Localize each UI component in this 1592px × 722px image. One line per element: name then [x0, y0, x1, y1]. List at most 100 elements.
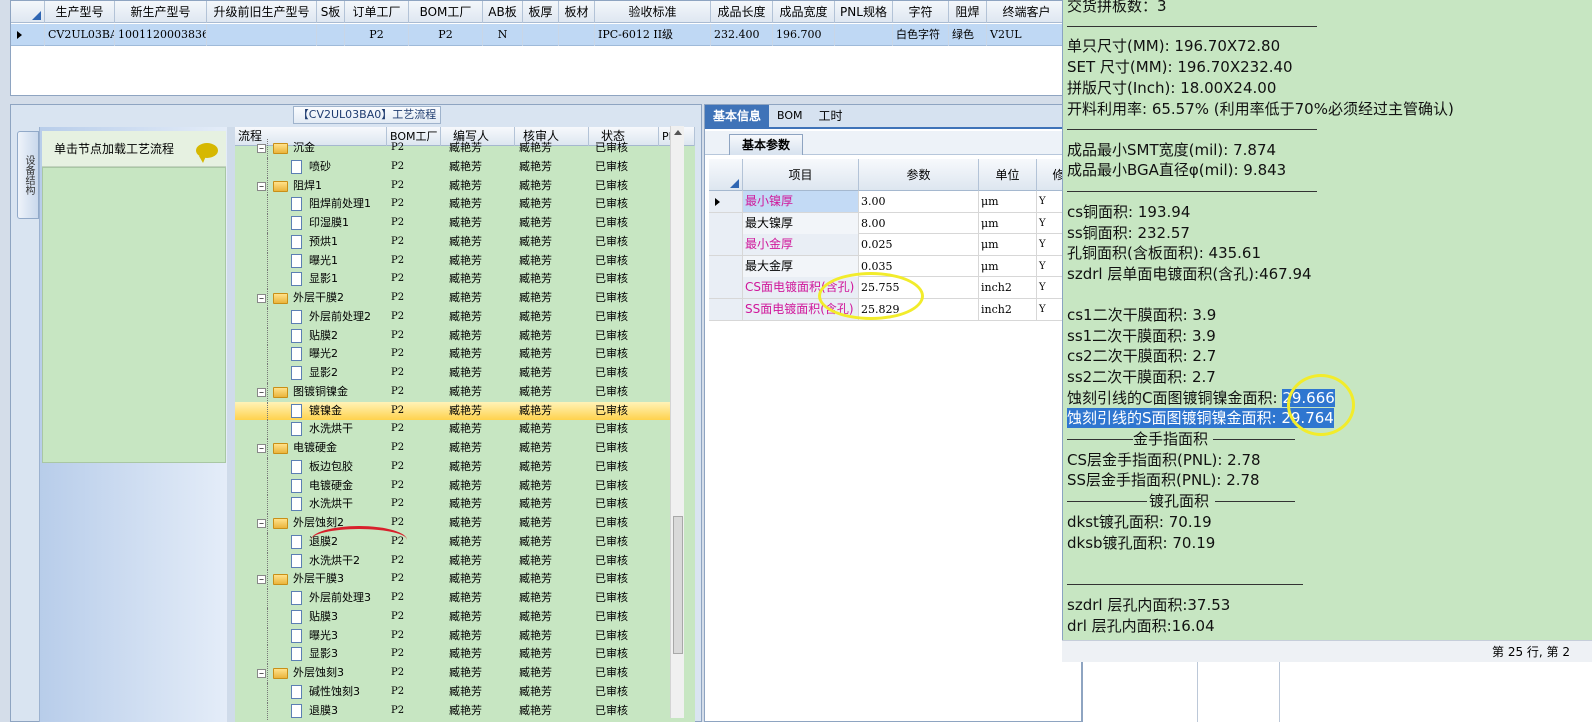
tree-row[interactable]: 外层前处理3 P2 臧艳芳 臧艳芳 已审核 [235, 589, 681, 608]
param-row[interactable]: 最小镍厚 3.00 μm Y [709, 191, 1081, 213]
reviewer-cell[interactable]: 臧艳芳 [515, 252, 589, 271]
col-header-item[interactable]: 项目 [743, 159, 859, 191]
tree-node[interactable]: 水洗烘干 [235, 420, 387, 439]
col-header[interactable]: 板厚 [523, 1, 559, 23]
col-header-value[interactable]: 参数 [859, 159, 979, 191]
writer-cell[interactable]: 臧艳芳 [441, 345, 515, 364]
bom-cell[interactable]: P2 [387, 252, 441, 271]
table-cell[interactable]: 白色字符 [893, 24, 949, 46]
bom-cell[interactable]: P2 [387, 308, 441, 327]
param-row[interactable]: 最小金厚 0.025 μm Y [709, 234, 1081, 256]
reviewer-cell[interactable]: 臧艳芳 [515, 552, 589, 571]
status-cell[interactable]: 已审核 [589, 420, 659, 439]
tree-node[interactable]: − 电镀硬金 [235, 439, 387, 458]
tree-row[interactable]: − 外层干膜2 P2 臧艳芳 臧艳芳 已审核 [235, 289, 681, 308]
collapse-icon[interactable]: − [257, 144, 266, 153]
status-cell[interactable]: 已审核 [589, 327, 659, 346]
tree-row[interactable]: 贴膜2 P2 臧艳芳 臧艳芳 已审核 [235, 326, 681, 346]
bom-cell[interactable]: P2 [387, 664, 441, 683]
reviewer-cell[interactable]: 臧艳芳 [515, 533, 589, 552]
tree-node[interactable]: 外层前处理2 [235, 307, 387, 327]
bom-cell[interactable]: P2 [387, 439, 441, 458]
tree-node[interactable]: 水洗烘干2 [235, 551, 387, 571]
bom-cell[interactable]: P2 [387, 420, 441, 439]
row-indicator[interactable] [709, 212, 743, 234]
param-row[interactable]: CS面电镀面积(含孔) 25.755 inch2 Y [709, 277, 1081, 299]
param-unit-cell[interactable]: μm [979, 191, 1037, 212]
col-header[interactable]: 终端客户 [987, 1, 1067, 23]
tree-row[interactable]: 退膜2 P2 臧艳芳 臧艳芳 已审核 [235, 532, 681, 552]
reviewer-cell[interactable]: 臧艳芳 [515, 664, 589, 683]
status-cell[interactable]: 已审核 [589, 664, 659, 683]
tree-node[interactable]: 碱性蚀刻3 [235, 682, 387, 702]
status-cell[interactable]: 已审核 [589, 533, 659, 552]
collapse-icon[interactable]: − [257, 669, 266, 678]
reviewer-cell[interactable]: 臧艳芳 [515, 139, 589, 158]
reviewer-cell[interactable]: 臧艳芳 [515, 645, 589, 664]
writer-cell[interactable]: 臧艳芳 [441, 289, 515, 308]
table-cell[interactable]: 10011200038363 [115, 24, 207, 46]
scroll-up-icon[interactable] [674, 130, 682, 135]
writer-cell[interactable]: 臧艳芳 [441, 270, 515, 289]
param-unit-cell[interactable]: inch2 [979, 298, 1037, 320]
writer-cell[interactable]: 臧艳芳 [441, 645, 515, 664]
tree-node[interactable]: 显影1 [235, 270, 387, 289]
reviewer-cell[interactable]: 臧艳芳 [515, 270, 589, 289]
status-cell[interactable]: 已审核 [589, 345, 659, 364]
tree-node[interactable]: 喷砂 [235, 157, 387, 177]
status-cell[interactable]: 已审核 [589, 177, 659, 196]
writer-cell[interactable]: 臧艳芳 [441, 383, 515, 402]
tree-node[interactable]: 印湿膜1 [235, 214, 387, 233]
tree-row[interactable]: 贴膜3 P2 臧艳芳 臧艳芳 已审核 [235, 607, 681, 627]
tree-row[interactable]: 碱性蚀刻3 P2 臧艳芳 臧艳芳 已审核 [235, 682, 681, 702]
col-header[interactable]: BOM工厂 [409, 1, 483, 23]
status-cell[interactable]: 已审核 [589, 608, 659, 627]
status-cell[interactable]: 已审核 [589, 364, 659, 383]
writer-cell[interactable]: 臧艳芳 [441, 195, 515, 214]
reviewer-cell[interactable]: 臧艳芳 [515, 439, 589, 458]
reviewer-cell[interactable]: 臧艳芳 [515, 289, 589, 308]
status-cell[interactable]: 已审核 [589, 645, 659, 664]
bom-cell[interactable]: P2 [387, 495, 441, 514]
writer-cell[interactable]: 臧艳芳 [441, 702, 515, 721]
row-indicator[interactable] [709, 255, 743, 277]
collapse-icon[interactable]: − [257, 575, 266, 585]
tab-work-hours[interactable]: 工时 [811, 105, 851, 127]
grid-corner[interactable] [709, 159, 743, 191]
bom-cell[interactable]: P2 [387, 645, 441, 664]
status-cell[interactable]: 已审核 [589, 233, 659, 252]
col-header[interactable]: 字符 [893, 1, 949, 23]
col-header[interactable]: 验收标准 [595, 1, 711, 23]
writer-cell[interactable]: 臧艳芳 [441, 364, 515, 383]
info-text-panel[interactable]: 交货拼板数：3 单只尺寸(MM): 196.70X72.80 SET 尺寸(MM… [1062, 0, 1592, 662]
col-header[interactable]: 板材 [559, 1, 595, 23]
writer-cell[interactable]: 臧艳芳 [441, 252, 515, 271]
tree-row[interactable]: − 图镀铜镍金 P2 臧艳芳 臧艳芳 已审核 [235, 382, 681, 402]
table-cell[interactable]: IPC-6012 II级 [595, 24, 711, 46]
bom-cell[interactable]: P2 [387, 383, 441, 402]
tree-node[interactable]: 曝光3 [235, 626, 387, 646]
tree-row[interactable]: 印湿膜1 P2 臧艳芳 臧艳芳 已审核 [235, 214, 681, 233]
tree-node[interactable]: 外层前处理3 [235, 589, 387, 608]
tree-row[interactable]: − 外层蚀刻3 P2 臧艳芳 臧艳芳 已审核 [235, 664, 681, 683]
reviewer-cell[interactable]: 臧艳芳 [515, 495, 589, 514]
writer-cell[interactable]: 臧艳芳 [441, 402, 515, 421]
tree-node[interactable]: − 外层蚀刻3 [235, 664, 387, 683]
writer-cell[interactable]: 臧艳芳 [441, 439, 515, 458]
tree-node[interactable]: − 阻焊1 [235, 176, 387, 196]
row-indicator[interactable] [709, 298, 743, 320]
table-cell[interactable] [835, 24, 893, 46]
col-header[interactable]: AB板 [483, 1, 523, 23]
writer-cell[interactable]: 臧艳芳 [441, 683, 515, 702]
reviewer-cell[interactable]: 臧艳芳 [515, 233, 589, 252]
bom-cell[interactable]: P2 [387, 570, 441, 589]
bom-cell[interactable]: P2 [387, 158, 441, 177]
tab-basic-info[interactable]: 基本信息 [705, 105, 770, 127]
param-name-cell[interactable]: 最小金厚 [743, 234, 859, 256]
tree-node[interactable]: 镀镍金 [235, 401, 387, 421]
table-cell[interactable]: CV2UL03BA0 [45, 24, 115, 46]
row-indicator[interactable] [709, 277, 743, 299]
bom-cell[interactable]: P2 [387, 270, 441, 289]
tree-row[interactable]: 曝光1 P2 臧艳芳 臧艳芳 已审核 [235, 251, 681, 271]
param-name-cell[interactable]: CS面电镀面积(含孔) [743, 277, 859, 299]
